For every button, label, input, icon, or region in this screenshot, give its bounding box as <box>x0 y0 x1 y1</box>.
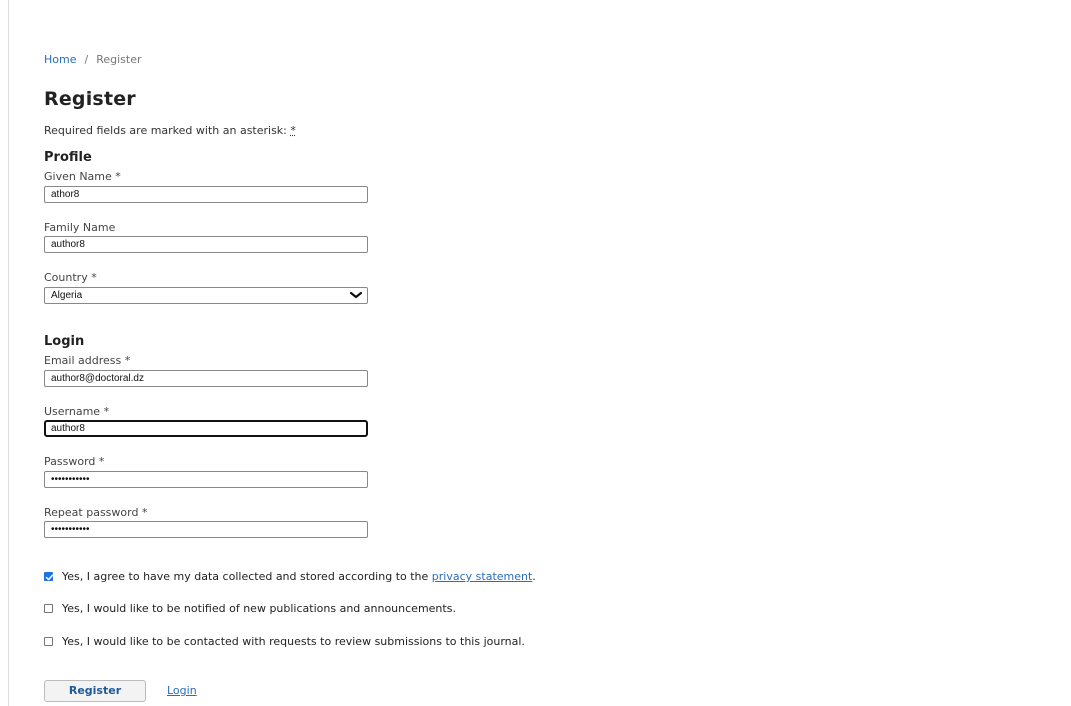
register-page: Home / Register Register Required fields a… <box>0 0 1071 706</box>
notify-consent-checkbox[interactable] <box>44 604 53 613</box>
family-name-label: Family Name <box>44 221 116 234</box>
given-name-label: Given Name * <box>44 170 121 183</box>
privacy-consent-text: Yes, I agree to have my data collected a… <box>62 570 429 583</box>
privacy-statement-link[interactable]: privacy statement <box>432 570 533 583</box>
register-button[interactable]: Register <box>44 680 146 702</box>
login-heading: Login <box>44 334 85 349</box>
country-selected-value: Algeria <box>51 290 83 301</box>
country-label: Country * <box>44 271 97 284</box>
given-name-input[interactable]: athor8 <box>44 186 368 203</box>
checkmark-icon <box>45 574 54 581</box>
password-input[interactable]: ••••••••••• <box>44 471 368 488</box>
required-note-text: Required fields are marked with an aster… <box>44 124 287 137</box>
breadcrumb-current: Register <box>96 53 142 66</box>
review-consent-checkbox[interactable] <box>44 637 53 646</box>
email-input[interactable]: author8@doctoral.dz <box>44 370 368 387</box>
required-fields-note: Required fields are marked with an aster… <box>44 124 296 137</box>
privacy-consent-end: . <box>532 570 536 583</box>
breadcrumb: Home / Register <box>44 53 142 66</box>
privacy-consent-row: Yes, I agree to have my data collected a… <box>44 570 536 583</box>
country-select[interactable]: Algeria <box>44 287 368 304</box>
notify-consent-text: Yes, I would like to be notified of new … <box>62 602 456 615</box>
family-name-input[interactable]: author8 <box>44 236 368 253</box>
review-consent-row: Yes, I would like to be contacted with r… <box>44 635 525 648</box>
password-label: Password * <box>44 455 105 468</box>
breadcrumb-home-link[interactable]: Home <box>44 53 76 66</box>
profile-heading: Profile <box>44 150 92 165</box>
username-input[interactable]: author8 <box>44 420 368 437</box>
username-label: Username * <box>44 405 110 418</box>
email-label: Email address * <box>44 354 131 367</box>
review-consent-text: Yes, I would like to be contacted with r… <box>62 635 525 648</box>
page-title: Register <box>44 88 136 110</box>
notify-consent-row: Yes, I would like to be notified of new … <box>44 602 456 615</box>
privacy-consent-checkbox[interactable] <box>44 572 54 581</box>
breadcrumb-separator: / <box>84 53 89 66</box>
required-marker: * <box>290 124 296 137</box>
repeat-password-label: Repeat password * <box>44 506 148 519</box>
login-link[interactable]: Login <box>167 684 197 697</box>
chevron-down-icon <box>349 291 363 299</box>
repeat-password-input[interactable]: ••••••••••• <box>44 521 368 538</box>
left-divider <box>8 0 9 706</box>
